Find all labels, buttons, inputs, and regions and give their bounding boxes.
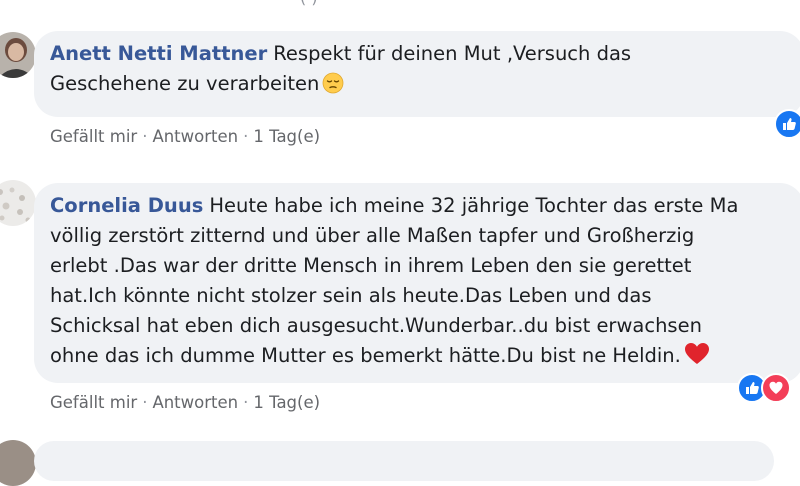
separator-dot: · [243, 127, 249, 146]
comment-text-line: hat.Ich könnte nicht stolzer sein als he… [50, 284, 652, 307]
comment-text-line: Schicksal hat eben dich ausgesucht.Wunde… [50, 314, 702, 337]
comment-actions: Gefällt mir · Antworten · 1 Tag(e) [50, 127, 320, 146]
pensive-face-emoji-icon [322, 72, 344, 103]
reply-link[interactable]: Antworten [152, 393, 238, 412]
comment-text-line: ohne das ich dumme Mutter es bemerkt hät… [50, 344, 681, 367]
comment-text-line: völlig zerstört zitternd und über alle M… [50, 224, 695, 247]
comment-author[interactable]: Cornelia Duus [50, 194, 203, 217]
comment-actions: Gefällt mir · Antworten · 1 Tag(e) [50, 393, 320, 412]
comment-text-line: Geschehene zu verarbeiten [50, 72, 320, 95]
comment-bubble [34, 441, 774, 481]
avatar[interactable] [0, 180, 36, 226]
comment-bubble: Cornelia Duus Heute habe ich meine 32 jäh… [34, 183, 800, 383]
avatar[interactable] [0, 32, 36, 78]
like-link[interactable]: Gefällt mir [50, 393, 137, 412]
comment-text-line: Respekt für deinen Mut ‚Versuch das [273, 42, 632, 65]
timestamp-link[interactable]: 1 Tag(e) [253, 393, 320, 412]
comment-text-line: Heute habe ich meine 32 jährige Tochter … [209, 194, 739, 217]
reaction-summary[interactable] [774, 108, 800, 140]
comment-text-line: erlebt .Das war der dritte Mensch in ihr… [50, 254, 692, 277]
timestamp-link[interactable]: 1 Tag(e) [253, 127, 320, 146]
separator-dot: · [142, 393, 148, 412]
comment-author[interactable]: Anett Netti Mattner [50, 42, 267, 65]
avatar[interactable] [0, 440, 36, 486]
reaction-summary[interactable] [737, 372, 791, 404]
red-heart-emoji-icon [684, 342, 710, 375]
like-reaction-icon [774, 109, 800, 139]
like-link[interactable]: Gefällt mir [50, 127, 137, 146]
separator-dot: · [243, 393, 249, 412]
love-reaction-icon [761, 373, 791, 403]
reply-link[interactable]: Antworten [152, 127, 238, 146]
previous-comment-remnant: (‧) [300, 0, 318, 7]
comment-bubble: Anett Netti Mattner Respekt für deinen Mu… [34, 31, 800, 117]
separator-dot: · [142, 127, 148, 146]
